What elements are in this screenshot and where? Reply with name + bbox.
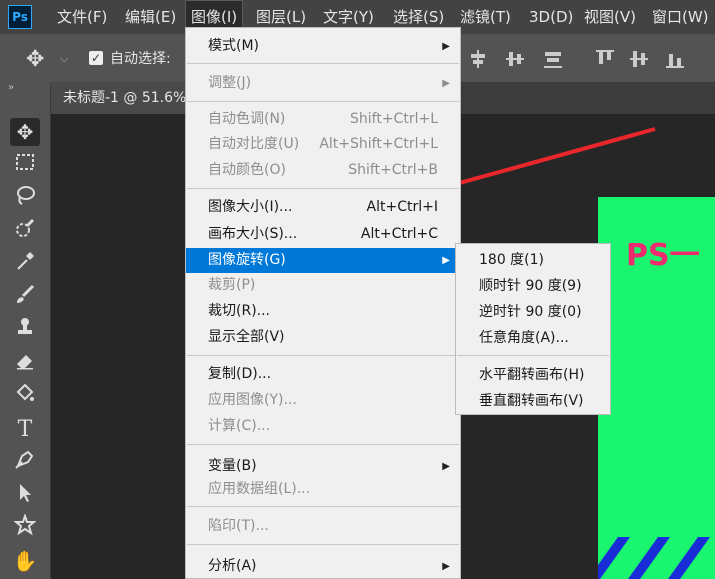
lasso-tool-icon[interactable] [10,184,40,212]
collapse-icon[interactable]: » [8,82,14,93]
menu-item-apply-data-set[interactable]: 应用数据组(L)... [186,477,460,502]
menu-separator [187,506,459,507]
menu-item-duplicate[interactable]: 复制(D)... [186,362,460,387]
submenu-arrow-icon: ▶ [442,78,450,89]
menu-item-auto-color[interactable]: 自动颜色(O) Shift+Ctrl+B [186,158,460,183]
path-select-tool-icon[interactable] [10,481,40,509]
submenu-arrow-icon: ▶ [442,255,450,266]
chevron-down-icon[interactable]: ⌵ [60,52,68,66]
menu-item-adjustments[interactable]: 调整(J) ▶ [186,71,460,96]
submenu-item-rotate-ccw-90[interactable]: 逆时针 90 度(0) [456,299,610,325]
canvas-title-text: PS一 [626,238,700,273]
align-icon[interactable] [594,48,616,70]
menu-item-mode[interactable]: 模式(M) ▶ [186,34,460,59]
align-icon[interactable] [628,48,650,70]
image-rotation-submenu: 180 度(1) 顺时针 90 度(9) 逆时针 90 度(0) 任意角度(A)… [455,243,611,415]
hand-tool-icon[interactable]: ✋ [10,547,40,575]
menu-file[interactable]: 文件(F) [52,0,112,34]
photoshop-logo-icon[interactable]: Ps [8,5,32,29]
submenu-item-rotate-180[interactable]: 180 度(1) [456,247,610,273]
menu-separator [187,544,459,545]
move-tool-icon[interactable]: ✥ [10,118,40,146]
pen-tool-icon[interactable] [10,448,40,476]
type-tool-icon[interactable]: T [10,415,40,443]
move-icon[interactable]: ✥ [26,47,44,72]
stamp-tool-icon[interactable] [10,316,40,344]
eyedropper-tool-icon[interactable] [10,250,40,278]
submenu-item-flip-horizontal[interactable]: 水平翻转画布(H) [456,362,610,388]
menu-separator [187,355,459,356]
submenu-item-flip-vertical[interactable]: 垂直翻转画布(V) [456,388,610,414]
menu-item-calculations[interactable]: 计算(C)... [186,414,460,439]
submenu-arrow-icon: ▶ [442,561,450,572]
quick-select-tool-icon[interactable] [10,217,40,245]
align-icon[interactable] [467,48,489,70]
align-icon[interactable] [504,48,526,70]
menu-separator [187,444,459,445]
menu-item-reveal-all[interactable]: 显示全部(V) [186,325,460,350]
menu-item-analysis[interactable]: 分析(A) ▶ [186,554,460,579]
menu-separator [187,101,459,102]
marquee-tool-icon[interactable] [10,151,40,179]
brush-tool-icon[interactable] [10,283,40,311]
menu-separator [457,355,609,356]
menu-filter[interactable]: 滤镜(T) [455,0,516,34]
eraser-tool-icon[interactable] [10,349,40,377]
menu-separator [187,188,459,189]
menu-3d[interactable]: 3D(D) [524,0,578,34]
submenu-item-rotate-cw-90[interactable]: 顺时针 90 度(9) [456,273,610,299]
auto-select-label: 自动选择: [110,51,171,67]
menu-separator [187,63,459,64]
menu-edit[interactable]: 编辑(E) [120,0,181,34]
custom-shape-tool-icon[interactable] [10,512,40,542]
menu-view[interactable]: 视图(V) [579,0,641,34]
menu-window[interactable]: 窗口(W) [647,0,714,34]
menu-item-auto-tone[interactable]: 自动色调(N) Shift+Ctrl+L [186,107,460,132]
menu-item-canvas-size[interactable]: 画布大小(S)... Alt+Ctrl+C [186,222,460,247]
submenu-arrow-icon: ▶ [442,41,450,52]
menu-item-apply-image[interactable]: 应用图像(Y)... [186,388,460,413]
submenu-arrow-icon: ▶ [442,461,450,472]
menu-item-image-size[interactable]: 图像大小(I)... Alt+Ctrl+I [186,195,460,220]
image-menu: 模式(M) ▶ 调整(J) ▶ 自动色调(N) Shift+Ctrl+L 自动对比度(… [185,27,461,579]
submenu-item-arbitrary[interactable]: 任意角度(A)... [456,325,610,351]
menu-item-trap[interactable]: 陷印(T)... [186,514,460,539]
menu-item-variables[interactable]: 变量(B) ▶ [186,454,460,479]
align-icon[interactable] [542,48,564,70]
auto-select-checkbox[interactable]: ✓ [89,51,103,65]
menu-item-crop[interactable]: 裁剪(P) [186,273,460,298]
menu-item-auto-contrast[interactable]: 自动对比度(U) Alt+Shift+Ctrl+L [186,132,460,157]
menu-item-image-rotation[interactable]: 图像旋转(G) ▶ [186,248,460,273]
menu-item-trim[interactable]: 裁切(R)... [186,299,460,324]
document-tab[interactable]: 未标题-1 @ 51.6% [51,82,191,114]
paint-bucket-tool-icon[interactable] [10,382,40,410]
align-icon[interactable] [664,48,686,70]
